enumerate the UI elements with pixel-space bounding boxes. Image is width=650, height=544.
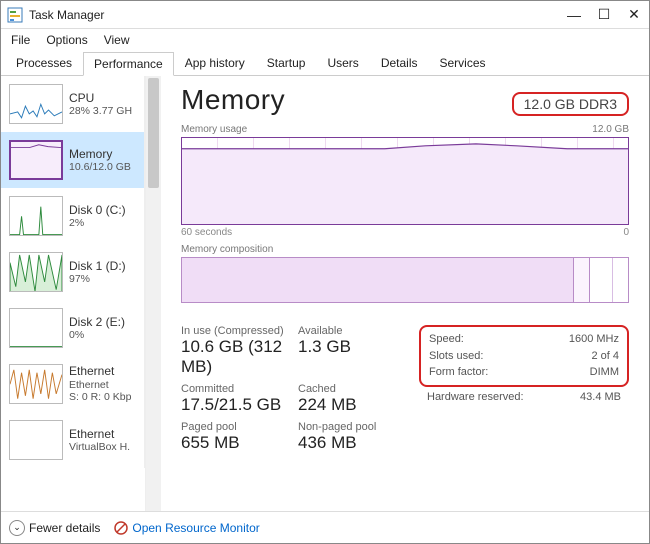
close-button[interactable]: ✕ (619, 1, 649, 29)
sidebar-item-cpu[interactable]: CPU28% 3.77 GH (1, 76, 145, 132)
window-title: Task Manager (29, 8, 559, 22)
sidebar-label: Disk 0 (C:) (69, 203, 126, 217)
hardware-highlight: Speed: 1600 MHz Slots used: 2 of 4 Form fa… (419, 325, 629, 387)
maximize-button[interactable]: ☐ (589, 1, 619, 29)
avail-label: Available (298, 325, 407, 337)
hwreserved-label: Hardware reserved: (427, 389, 524, 406)
sidebar-sublabel: Ethernet (69, 379, 131, 392)
fewer-details-button[interactable]: ⌄ Fewer details (9, 520, 100, 536)
page-title: Memory (181, 84, 285, 116)
menu-view[interactable]: View (104, 33, 130, 47)
memory-thumbnail-icon (9, 140, 63, 180)
cached-value: 224 MB (298, 395, 407, 415)
sidebar-item-ethernet1[interactable]: EthernetVirtualBox H. (1, 412, 145, 468)
speed-value: 1600 MHz (569, 331, 619, 348)
memory-capacity-badge: 12.0 GB DDR3 (512, 92, 629, 116)
sidebar-item-ethernet0[interactable]: EthernetEthernetS: 0 R: 0 Kbp (1, 356, 145, 412)
hwreserved-value: 43.4 MB (580, 389, 621, 406)
footer: ⌄ Fewer details Open Resource Monitor (1, 511, 649, 543)
slots-value: 2 of 4 (591, 348, 619, 365)
sidebar-label: CPU (69, 91, 132, 105)
avail-value: 1.3 GB (298, 337, 407, 357)
memory-usage-chart (181, 137, 629, 225)
disk-thumbnail-icon (9, 308, 63, 348)
sidebar-item-disk1[interactable]: Disk 1 (D:)97% (1, 244, 145, 300)
sidebar-label: Disk 1 (D:) (69, 259, 126, 273)
tab-startup[interactable]: Startup (256, 51, 317, 75)
sidebar-label: Ethernet (69, 364, 131, 378)
form-value: DIMM (590, 364, 619, 381)
paged-label: Paged pool (181, 421, 290, 433)
tabs: Processes Performance App history Startu… (1, 51, 649, 76)
hardware-info: Speed: 1600 MHz Slots used: 2 of 4 Form fa… (419, 325, 629, 453)
minimize-button[interactable]: — (559, 1, 589, 29)
comp-inuse (182, 258, 574, 302)
resource-monitor-icon (114, 521, 128, 535)
usage-max-label: 12.0 GB (592, 124, 629, 135)
speed-label: Speed: (429, 331, 464, 348)
sidebar-sublabel2: S: 0 R: 0 Kbp (69, 391, 131, 404)
usage-label: Memory usage (181, 124, 247, 135)
sidebar-item-memory[interactable]: Memory10.6/12.0 GB (1, 132, 145, 188)
memory-composition-chart (181, 257, 629, 303)
ethernet-thumbnail-icon (9, 364, 63, 404)
composition-label: Memory composition (181, 244, 629, 255)
titlebar: Task Manager — ☐ ✕ (1, 1, 649, 29)
inuse-value: 10.6 GB (312 MB) (181, 337, 290, 377)
sidebar-label: Memory (69, 147, 131, 161)
sidebar-item-disk2[interactable]: Disk 2 (E:)0% (1, 300, 145, 356)
open-resource-monitor-link[interactable]: Open Resource Monitor (114, 521, 259, 535)
cached-label: Cached (298, 383, 407, 395)
committed-value: 17.5/21.5 GB (181, 395, 290, 415)
sidebar-sublabel: 0% (69, 329, 125, 342)
disk-thumbnail-icon (9, 252, 63, 292)
stats-grid: In use (Compressed)10.6 GB (312 MB) Avai… (181, 325, 407, 453)
inuse-label: In use (Compressed) (181, 325, 290, 337)
tab-details[interactable]: Details (370, 51, 429, 75)
axis-right: 0 (623, 227, 629, 238)
nonpaged-label: Non-paged pool (298, 421, 407, 433)
menu-file[interactable]: File (11, 33, 30, 47)
cpu-thumbnail-icon (9, 84, 63, 124)
chevron-down-icon: ⌄ (9, 520, 25, 536)
sidebar-label: Ethernet (69, 427, 130, 441)
fewer-details-label: Fewer details (29, 521, 100, 535)
task-manager-window: Task Manager — ☐ ✕ File Options View Pro… (0, 0, 650, 544)
scrollbar-thumb[interactable] (148, 78, 159, 188)
main-panel: Memory 12.0 GB DDR3 Memory usage 12.0 GB… (161, 76, 649, 511)
menubar: File Options View (1, 29, 649, 51)
sidebar-scrollbar[interactable] (145, 76, 161, 511)
comp-modified (574, 258, 590, 302)
sidebar-sublabel: 28% 3.77 GH (69, 105, 132, 118)
comp-free (613, 258, 628, 302)
tab-processes[interactable]: Processes (5, 51, 83, 75)
tab-performance[interactable]: Performance (83, 52, 174, 76)
disk-thumbnail-icon (9, 196, 63, 236)
tab-app-history[interactable]: App history (174, 51, 256, 75)
axis-left: 60 seconds (181, 227, 232, 238)
sidebar-sublabel: 2% (69, 217, 126, 230)
sidebar-sublabel: 97% (69, 273, 126, 286)
app-icon (7, 7, 23, 23)
committed-label: Committed (181, 383, 290, 395)
sidebar: CPU28% 3.77 GH Memory10.6/12.0 GB Disk 0… (1, 76, 161, 511)
paged-value: 655 MB (181, 433, 290, 453)
sidebar-sublabel: VirtualBox H. (69, 441, 130, 454)
menu-options[interactable]: Options (46, 33, 87, 47)
resource-monitor-label: Open Resource Monitor (132, 521, 259, 535)
tab-users[interactable]: Users (316, 51, 369, 75)
sidebar-item-disk0[interactable]: Disk 0 (C:)2% (1, 188, 145, 244)
slots-label: Slots used: (429, 348, 483, 365)
sidebar-sublabel: 10.6/12.0 GB (69, 161, 131, 174)
ethernet-thumbnail-icon (9, 420, 63, 460)
nonpaged-value: 436 MB (298, 433, 407, 453)
form-label: Form factor: (429, 364, 488, 381)
comp-standby (590, 258, 613, 302)
tab-services[interactable]: Services (429, 51, 497, 75)
sidebar-label: Disk 2 (E:) (69, 315, 125, 329)
